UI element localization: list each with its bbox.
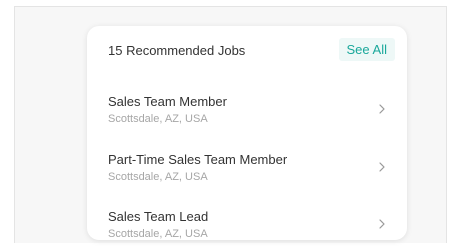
job-location: Scottsdale, AZ, USA (108, 113, 208, 125)
jobs-panel: 15 Recommended Jobs See All Sales Team M… (14, 6, 447, 243)
job-title: Sales Team Member (108, 94, 227, 109)
card-header: 15 Recommended Jobs See All (87, 26, 407, 74)
job-item-sales-team-member[interactable]: Sales Team Member Scottsdale, AZ, USA (87, 90, 407, 136)
job-title: Sales Team Lead (108, 209, 209, 224)
chevron-right-icon (379, 162, 385, 172)
recommended-jobs-card: 15 Recommended Jobs See All Sales Team M… (87, 26, 407, 240)
chevron-right-icon (379, 219, 385, 229)
job-item-sales-team-lead[interactable]: Sales Team Lead Scottsdale, AZ, USA (87, 205, 407, 251)
job-title: Part-Time Sales Team Member (108, 152, 288, 167)
job-location: Scottsdale, AZ, USA (108, 228, 208, 240)
see-all-button[interactable]: See All (338, 38, 395, 61)
chevron-right-icon (379, 104, 385, 114)
job-item-part-time-sales-team-member[interactable]: Part-Time Sales Team Member Scottsdale, … (87, 148, 407, 194)
job-location: Scottsdale, AZ, USA (108, 171, 208, 183)
card-title: 15 Recommended Jobs (108, 43, 246, 58)
